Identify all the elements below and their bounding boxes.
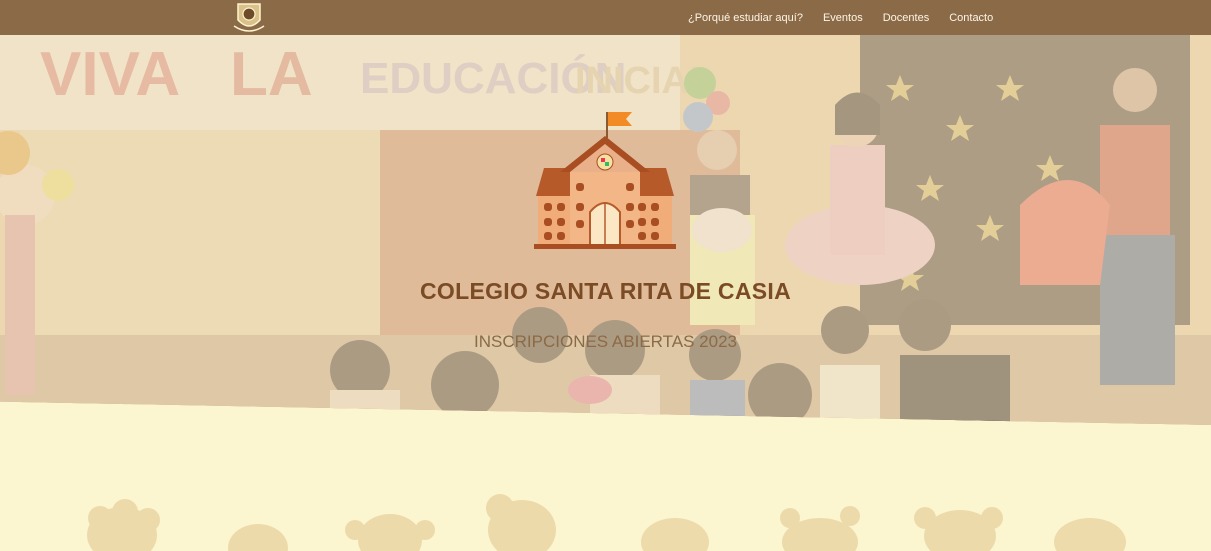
hero-section: VIVA LA EDUCACIÓN INICIAL [0, 35, 1211, 425]
nav-link-contact[interactable]: Contacto [939, 12, 1003, 24]
nav-links: ¿Porqué estudiar aquí? Eventos Docentes … [678, 0, 1003, 35]
nav-link-events[interactable]: Eventos [813, 12, 873, 24]
nav-link-teachers[interactable]: Docentes [873, 12, 939, 24]
top-navbar: ¿Porqué estudiar aquí? Eventos Docentes … [0, 0, 1211, 35]
hero-subtitle: INSCRIPCIONES ABIERTAS 2023 [474, 332, 737, 351]
school-building-icon [530, 108, 680, 253]
hero-title: COLEGIO SANTA RITA DE CASIA [420, 278, 791, 304]
cartoon-kids-decoration [0, 490, 1211, 551]
school-crest-logo[interactable] [230, 0, 268, 34]
nav-link-why-study-here[interactable]: ¿Porqué estudiar aquí? [678, 12, 813, 24]
